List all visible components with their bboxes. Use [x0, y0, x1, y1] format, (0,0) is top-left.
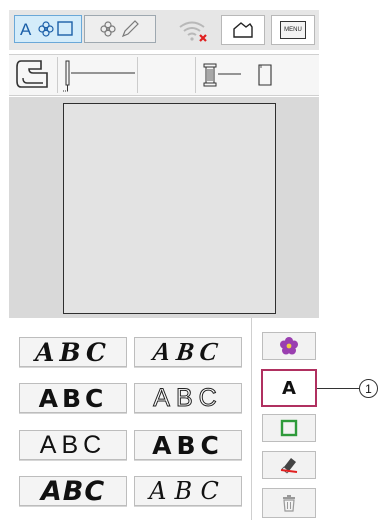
font-button-5[interactable]: ABC — [19, 430, 127, 460]
sewing-info-bar — [9, 54, 319, 96]
eraser-icon — [280, 458, 298, 474]
info-separator — [57, 57, 58, 93]
font-sample: ABC — [35, 337, 111, 367]
font-sample: ABC — [39, 430, 107, 459]
trash-icon — [283, 495, 295, 512]
square-frame-icon — [280, 419, 298, 437]
font-button-7[interactable]: ABC — [19, 475, 127, 507]
font-sample: ABC — [151, 337, 226, 366]
flower-pencil-icon — [100, 20, 139, 38]
thread-spool-icon — [201, 61, 245, 94]
menu-label: MENU — [284, 27, 302, 33]
font-sample: ABC — [153, 383, 223, 412]
font-button-8[interactable]: ABC — [134, 476, 242, 506]
presser-foot-icon — [15, 59, 51, 96]
fabric-outline-icon — [233, 22, 253, 38]
letter-a-icon: A — [282, 377, 296, 399]
needle-icon — [61, 59, 141, 98]
embroidery-edit-tab[interactable] — [84, 15, 156, 43]
info-separator — [195, 57, 196, 93]
font-sample: ABC — [152, 430, 224, 460]
font-button-2[interactable]: ABC — [134, 337, 242, 367]
letter-a-flower-frame-icon: A — [20, 20, 73, 39]
font-button-4[interactable]: ABC — [134, 383, 242, 413]
frame-pattern-button[interactable] — [262, 414, 316, 442]
flower-icon — [280, 337, 298, 355]
text-edit-tab[interactable]: A — [14, 15, 82, 43]
eraser-button[interactable] — [262, 451, 316, 479]
font-button-6[interactable]: ABC — [134, 430, 242, 460]
callout-label: 1 — [365, 381, 372, 396]
embroidery-edit-area — [9, 97, 319, 318]
fabric-sheet-icon — [257, 63, 273, 92]
print-fabric-button[interactable] — [221, 15, 265, 45]
info-separator — [137, 57, 138, 93]
embroidery-pattern-button[interactable] — [262, 332, 316, 360]
top-toolbar: A MENU — [9, 10, 319, 50]
callout-line — [317, 388, 359, 389]
font-sample: ABC — [38, 383, 108, 413]
character-button[interactable]: A — [261, 369, 317, 407]
wifi-disconnected-icon — [176, 18, 212, 44]
font-button-1[interactable]: ABC — [19, 337, 127, 367]
font-sample: ABC — [40, 475, 106, 507]
menu-icon: MENU — [280, 21, 306, 39]
callout-marker: 1 — [359, 379, 378, 398]
font-button-3[interactable]: ABC — [19, 383, 127, 413]
delete-button[interactable] — [262, 488, 316, 518]
menu-button[interactable]: MENU — [271, 15, 315, 45]
panel-divider — [251, 318, 252, 520]
embroidery-hoop-area[interactable] — [63, 103, 276, 314]
font-sample: ABC — [149, 477, 227, 505]
svg-text:A: A — [20, 20, 32, 39]
